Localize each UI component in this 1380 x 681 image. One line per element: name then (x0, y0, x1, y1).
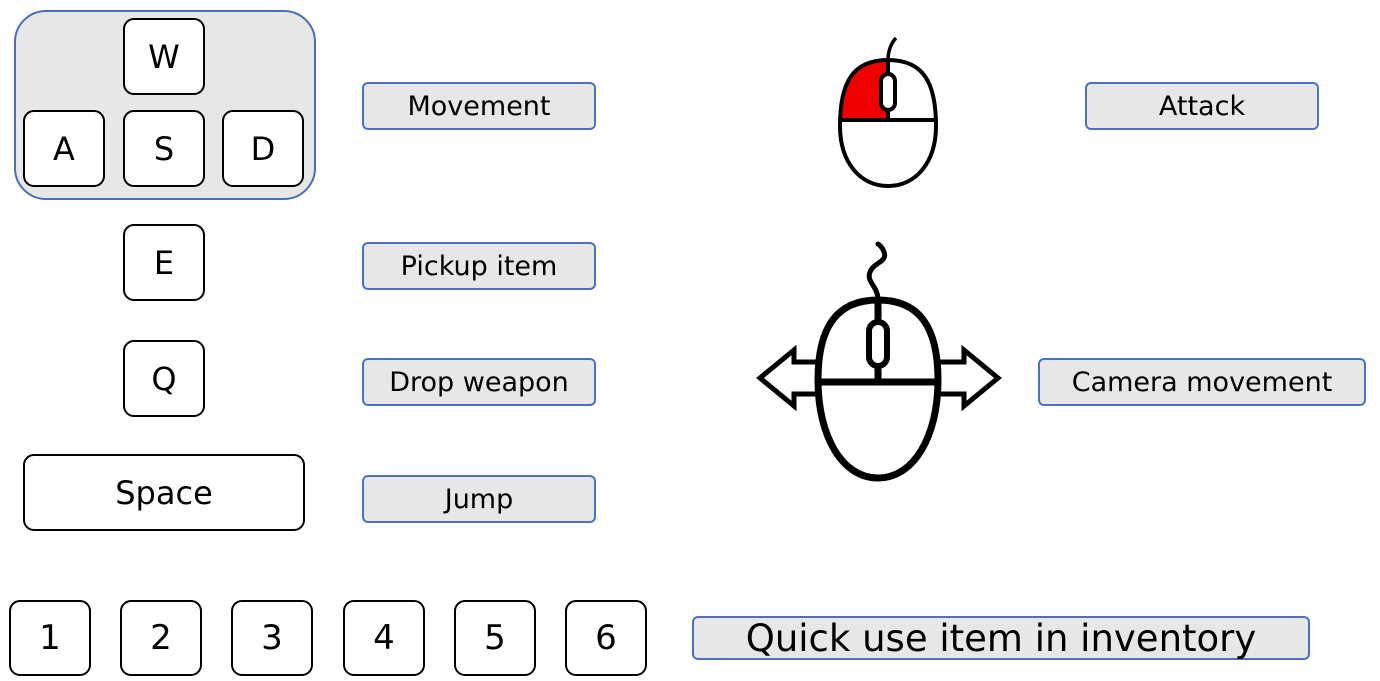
mouse-left-click-icon (837, 36, 939, 189)
label-jump: Jump (362, 475, 596, 523)
key-w: W (123, 18, 205, 95)
key-e: E (123, 224, 205, 301)
key-s: S (123, 110, 205, 187)
key-1: 1 (9, 600, 91, 676)
label-attack: Attack (1085, 82, 1319, 130)
key-q: Q (123, 340, 205, 417)
label-movement: Movement (362, 82, 596, 130)
mouse-move-horizontal-icon (756, 241, 1002, 482)
key-6: 6 (565, 600, 647, 676)
label-pickup-item: Pickup item (362, 242, 596, 290)
key-3: 3 (231, 600, 313, 676)
key-d: D (222, 110, 304, 187)
key-a: A (23, 110, 105, 187)
label-camera-movement: Camera movement (1038, 358, 1366, 406)
key-2: 2 (120, 600, 202, 676)
key-4: 4 (343, 600, 425, 676)
label-quick-use: Quick use item in inventory (692, 616, 1310, 660)
key-5: 5 (454, 600, 536, 676)
key-space: Space (23, 454, 305, 531)
label-drop-weapon: Drop weapon (362, 358, 596, 406)
